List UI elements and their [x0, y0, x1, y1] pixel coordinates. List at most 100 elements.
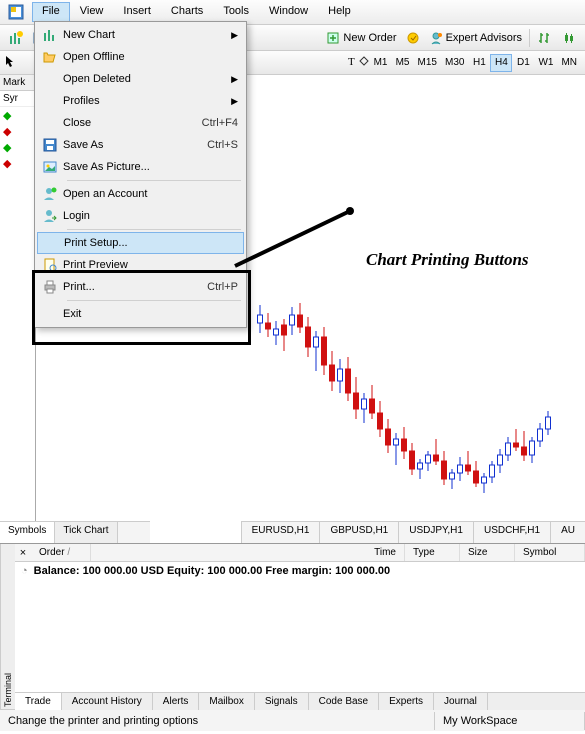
market-watch-tabs: Symbols Tick Chart: [0, 521, 150, 543]
tf-mn[interactable]: MN: [557, 54, 581, 72]
balance-bullet-icon: ◔: [21, 565, 28, 577]
tab-tick-chart[interactable]: Tick Chart: [55, 522, 117, 543]
menu-charts[interactable]: Charts: [161, 2, 213, 22]
login-icon: [37, 208, 63, 224]
menu-file[interactable]: File: [32, 2, 70, 22]
menu-print-preview[interactable]: Print Preview: [37, 254, 244, 276]
tab-experts[interactable]: Experts: [379, 693, 434, 710]
market-watch-title: Mark: [0, 75, 35, 91]
status-workspace: My WorkSpace: [435, 712, 585, 730]
col-symbol[interactable]: Symbol: [515, 544, 585, 561]
col-order[interactable]: Order /: [31, 544, 91, 561]
menu-window[interactable]: Window: [259, 2, 318, 22]
tab-signals[interactable]: Signals: [255, 693, 309, 710]
menu-login[interactable]: Login: [37, 205, 244, 227]
menu-profiles[interactable]: Profiles ▶: [37, 90, 244, 112]
tab-mailbox[interactable]: Mailbox: [199, 693, 254, 710]
tf-m1[interactable]: M1: [370, 54, 392, 72]
chevron-right-icon: ▶: [231, 74, 238, 85]
autotrading-icon[interactable]: [402, 27, 424, 49]
candles-style-icon[interactable]: [558, 27, 580, 49]
terminal-body: ◔ Balance: 100 000.00 USD Equity: 100 00…: [15, 562, 585, 692]
menu-tools[interactable]: Tools: [213, 2, 259, 22]
separator: [67, 229, 241, 230]
picture-icon: [37, 159, 63, 175]
menu-exit[interactable]: Exit: [37, 303, 244, 325]
menu-print[interactable]: Print... Ctrl+P: [37, 276, 244, 298]
chart-pair-tabs: EURUSD,H1 GBPUSD,H1 USDJPY,H1 USDCHF,H1 …: [241, 521, 585, 543]
print-icon: [37, 279, 63, 295]
menu-open-account[interactable]: Open an Account: [37, 183, 244, 205]
menu-save-picture[interactable]: Save As Picture...: [37, 156, 244, 178]
separator: [67, 300, 241, 301]
arrow-down-icon: ◆: [3, 157, 11, 170]
terminal-panel: Terminal × Order / Time Type Size Symbol…: [0, 543, 585, 709]
cursor-icon[interactable]: [4, 55, 16, 70]
save-icon: [37, 137, 63, 153]
bars-style-icon[interactable]: [534, 27, 556, 49]
tab-journal[interactable]: Journal: [434, 693, 488, 710]
menu-view[interactable]: View: [70, 2, 114, 22]
arrow-up-icon: ◆: [3, 109, 11, 122]
col-type[interactable]: Type: [405, 544, 460, 561]
expert-advisors-label: Expert Advisors: [446, 32, 522, 44]
symbol-row[interactable]: ◆: [0, 123, 35, 139]
statusbar: Change the printer and printing options …: [0, 709, 585, 731]
chart-tab-usdchf[interactable]: USDCHF,H1: [473, 521, 550, 543]
col-size[interactable]: Size: [460, 544, 515, 561]
new-order-label: New Order: [343, 32, 396, 44]
tab-account-history[interactable]: Account History: [62, 693, 153, 710]
symbol-row[interactable]: ◆: [0, 107, 35, 123]
chart-tab-eurusd[interactable]: EURUSD,H1: [241, 521, 320, 543]
symbol-row[interactable]: ◆: [0, 139, 35, 155]
tf-h4[interactable]: H4: [490, 54, 512, 72]
text-tool-icon[interactable]: T: [346, 55, 358, 70]
tf-m15[interactable]: M15: [414, 54, 441, 72]
annotation-arrow: [230, 206, 370, 276]
menu-save-as[interactable]: Save As Ctrl+S: [37, 134, 244, 156]
tab-code-base[interactable]: Code Base: [309, 693, 379, 710]
tab-alerts[interactable]: Alerts: [153, 693, 200, 710]
separator: [67, 180, 241, 181]
market-watch-symbol-hdr: Syr: [0, 91, 35, 107]
menu-open-deleted[interactable]: Open Deleted ▶: [37, 68, 244, 90]
menu-help[interactable]: Help: [318, 2, 361, 22]
terminal-header: Order / Time Type Size Symbol: [31, 544, 585, 562]
symbol-row[interactable]: ◆: [0, 155, 35, 171]
chart-tab-gbpusd[interactable]: GBPUSD,H1: [319, 521, 398, 543]
arrow-up-icon: ◆: [3, 141, 11, 154]
menu-insert[interactable]: Insert: [113, 2, 161, 22]
user-add-icon: [37, 186, 63, 202]
chevron-right-icon: ▶: [231, 96, 238, 107]
menu-close[interactable]: Close Ctrl+F4: [37, 112, 244, 134]
separator: [529, 29, 530, 47]
new-chart-icon[interactable]: [5, 27, 27, 49]
svg-text:T: T: [348, 56, 355, 67]
col-time[interactable]: Time: [91, 544, 405, 561]
new-order-button[interactable]: New Order: [322, 31, 400, 45]
tf-m30[interactable]: M30: [441, 54, 468, 72]
balance-line: Balance: 100 000.00 USD Equity: 100 000.…: [34, 565, 390, 577]
annotation-label: Chart Printing Buttons: [366, 250, 529, 270]
tf-w1[interactable]: W1: [534, 54, 557, 72]
menu-new-chart[interactable]: New Chart ▶: [37, 24, 244, 46]
tf-d1[interactable]: D1: [512, 54, 534, 72]
app-icon[interactable]: [2, 2, 30, 22]
file-menu-dropdown: New Chart ▶ Open Offline Open Deleted ▶ …: [34, 21, 247, 328]
new-chart-icon: [37, 27, 63, 43]
tab-symbols[interactable]: Symbols: [0, 522, 55, 543]
market-watch-panel: Mark Syr ◆ ◆ ◆ ◆: [0, 75, 36, 543]
terminal-side-label: Terminal: [0, 544, 15, 709]
tf-m5[interactable]: M5: [392, 54, 414, 72]
menu-print-setup[interactable]: Print Setup...: [37, 232, 244, 254]
tf-h1[interactable]: H1: [468, 54, 490, 72]
chart-tab-usdjpy[interactable]: USDJPY,H1: [398, 521, 473, 543]
tab-trade[interactable]: Trade: [15, 693, 62, 710]
terminal-close-button[interactable]: ×: [15, 544, 31, 562]
chart-tab-au[interactable]: AU: [550, 521, 585, 543]
expert-advisors-button[interactable]: Expert Advisors: [425, 31, 526, 45]
terminal-tabs: Trade Account History Alerts Mailbox Sig…: [15, 692, 585, 710]
objects-icon[interactable]: [358, 55, 370, 70]
folder-open-icon: [37, 49, 63, 65]
menu-open-offline[interactable]: Open Offline: [37, 46, 244, 68]
